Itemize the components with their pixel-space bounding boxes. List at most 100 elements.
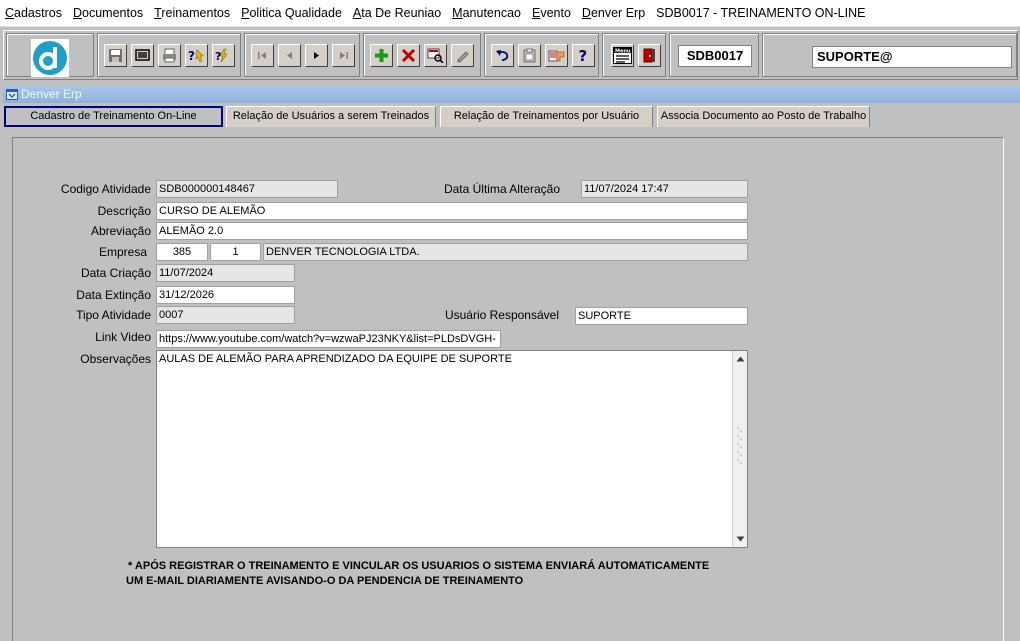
toolbar: ? ? ? Menu SDB0017 SUPORTE@	[3, 30, 1018, 80]
svg-text:Menu: Menu	[615, 49, 631, 55]
link-video-label: Link Video	[95, 330, 151, 344]
menu-label: ocumentos	[82, 6, 144, 20]
observacoes-scrollbar[interactable]	[732, 351, 747, 547]
menu-denver-erp[interactable]: Denver Erp	[582, 6, 645, 20]
tab-label: Relação de Usuários a serem Treinados	[232, 110, 430, 122]
data-extincao-field[interactable]: 31/12/2026	[156, 286, 295, 304]
window-title: SDB0017 - TREINAMENTO ON-LINE	[656, 6, 866, 20]
last-record-icon[interactable]	[332, 44, 355, 67]
menu-label: vento	[540, 6, 571, 20]
menu-evento[interactable]: Evento	[532, 6, 571, 20]
previous-record-icon[interactable]	[278, 44, 301, 67]
clear-icon[interactable]	[451, 44, 474, 67]
tipo-atividade-label: Tipo Atividade	[76, 308, 151, 322]
window-icon	[6, 89, 18, 100]
exit-icon[interactable]	[638, 44, 661, 67]
tab-cadastro-treinamento[interactable]: Cadastro de Treinamento On-Line	[4, 106, 223, 127]
data-ultima-alteracao-label: Data Última Alteração	[443, 182, 560, 196]
menu-label: reinamentos	[161, 6, 231, 20]
data-criacao-label: Data Criação	[80, 266, 151, 280]
user-group: SUPORTE@	[762, 33, 1017, 77]
first-record-icon[interactable]	[251, 44, 274, 67]
screen-code-field: SDB0017	[678, 45, 752, 67]
edit-group: ? ?	[97, 33, 241, 77]
data-extincao-label: Data Extinção	[76, 288, 151, 302]
empresa-label: Empresa	[98, 245, 147, 259]
next-record-icon[interactable]	[305, 44, 328, 67]
delete-record-icon[interactable]	[397, 44, 420, 67]
menu-mnemonic: D	[72, 6, 83, 20]
menu-treinamentos[interactable]: Treinamentos	[154, 6, 230, 20]
menu-politica-qualidade[interactable]: Politica Qualidade	[241, 6, 342, 20]
menu-ata-de-reuniao[interactable]: Ata De Reuniao	[353, 6, 441, 20]
menu-manutencao[interactable]: Manutencao	[452, 6, 521, 20]
scroll-grip-icon[interactable]	[734, 421, 746, 471]
paste-icon[interactable]	[518, 44, 541, 67]
help-icon[interactable]: ?	[572, 44, 595, 67]
abreviacao-field[interactable]: ALEMÃO 2.0	[156, 222, 748, 240]
tools-group: ?	[484, 33, 599, 77]
menu-icon[interactable]: Menu	[611, 44, 634, 67]
tipo-atividade-field[interactable]: 0007	[156, 306, 295, 324]
descricao-field[interactable]: CURSO DE ALEMÃO	[156, 202, 748, 220]
svg-text:?: ?	[579, 48, 588, 63]
svg-text:?: ?	[188, 49, 195, 63]
insert-record-icon[interactable]	[370, 44, 393, 67]
usuario-responsavel-label: Usuário Responsável	[444, 308, 559, 322]
data-ultima-alteracao-field[interactable]: 11/07/2024 17:47	[581, 180, 748, 198]
empresa-code-field[interactable]: 385	[156, 243, 208, 261]
current-user-field: SUPORTE@	[812, 46, 1012, 68]
menu-label: anutencao	[462, 6, 521, 20]
notice-line-2: UM E-MAIL DIARIAMENTE AVISANDO-O DA PEND…	[126, 575, 524, 587]
codigo-atividade-field[interactable]: SDB000000148467	[156, 180, 338, 198]
menu-documentos[interactable]: Documentos	[73, 6, 143, 20]
tab-associa-documento[interactable]: Associa Documento ao Posto de Trabalho	[657, 106, 870, 127]
print-icon[interactable]	[158, 44, 181, 67]
menu-label: olitica Qualidade	[249, 6, 342, 20]
navigation-group	[244, 33, 360, 77]
descricao-label: Descrição	[97, 204, 151, 218]
execute-query-icon[interactable]: ?	[212, 44, 235, 67]
menu-label: ta De Reuniao	[361, 6, 442, 20]
menu-mnemonic: D	[581, 6, 591, 20]
logo-group	[6, 33, 94, 77]
query-icon[interactable]: ?	[185, 44, 208, 67]
menu-exit-group: Menu	[602, 33, 666, 77]
scroll-down-icon[interactable]	[734, 533, 746, 545]
inner-window-titlebar: Denver Erp	[3, 86, 1020, 103]
logo-icon	[31, 39, 69, 77]
observacoes-text: AULAS DE ALEMÃO PARA APRENDIZADO DA EQUI…	[159, 353, 512, 365]
data-criacao-field[interactable]: 11/07/2024	[156, 264, 295, 282]
menu-mnemonic: M	[452, 6, 463, 20]
usuario-responsavel-field[interactable]: SUPORTE	[575, 307, 748, 325]
inner-window-title: Denver Erp	[21, 87, 82, 101]
save-icon[interactable]	[104, 44, 127, 67]
tab-relacao-usuarios[interactable]: Relação de Usuários a serem Treinados	[226, 106, 436, 127]
observacoes-label: Observações	[80, 352, 151, 366]
tab-label: Associa Documento ao Posto de Trabalho	[660, 110, 867, 122]
empresa-branch-field[interactable]: 1	[210, 243, 261, 261]
menu-label: adastros	[14, 6, 62, 20]
record-group	[363, 33, 481, 77]
codigo-atividade-label: Codigo Atividade	[60, 182, 151, 196]
observacoes-textarea[interactable]: AULAS DE ALEMÃO PARA APRENDIZADO DA EQUI…	[156, 350, 748, 548]
empresa-name-field: DENVER TECNOLOGIA LTDA.	[263, 243, 748, 261]
scroll-up-icon[interactable]	[734, 353, 746, 365]
svg-text:?: ?	[215, 50, 221, 63]
tab-relacao-treinamentos[interactable]: Relação de Treinamentos por Usuário	[440, 106, 653, 127]
menu-bar: Cadastros Documentos Treinamentos Politi…	[0, 0, 1020, 27]
menu-label: enver Erp	[590, 6, 646, 20]
menu-mnemonic: A	[352, 6, 362, 20]
menu-cadastros[interactable]: Cadastros	[5, 6, 62, 20]
abreviacao-label: Abreviação	[90, 224, 151, 238]
screen-icon[interactable]	[131, 44, 154, 67]
tab-label: Relação de Treinamentos por Usuário	[453, 110, 640, 122]
link-video-field[interactable]: https://www.youtube.com/watch?v=wzwaPJ23…	[156, 330, 501, 348]
undo-icon[interactable]	[491, 44, 514, 67]
tab-label: Cadastro de Treinamento On-Line	[30, 110, 197, 122]
menu-mnemonic: C	[5, 6, 15, 20]
list-values-icon[interactable]	[545, 44, 568, 67]
search-icon[interactable]	[424, 44, 447, 67]
notice-line-1: * APÓS REGISTRAR O TREINAMENTO E VINCULA…	[128, 560, 710, 572]
screen-code-group: SDB0017	[669, 33, 759, 77]
